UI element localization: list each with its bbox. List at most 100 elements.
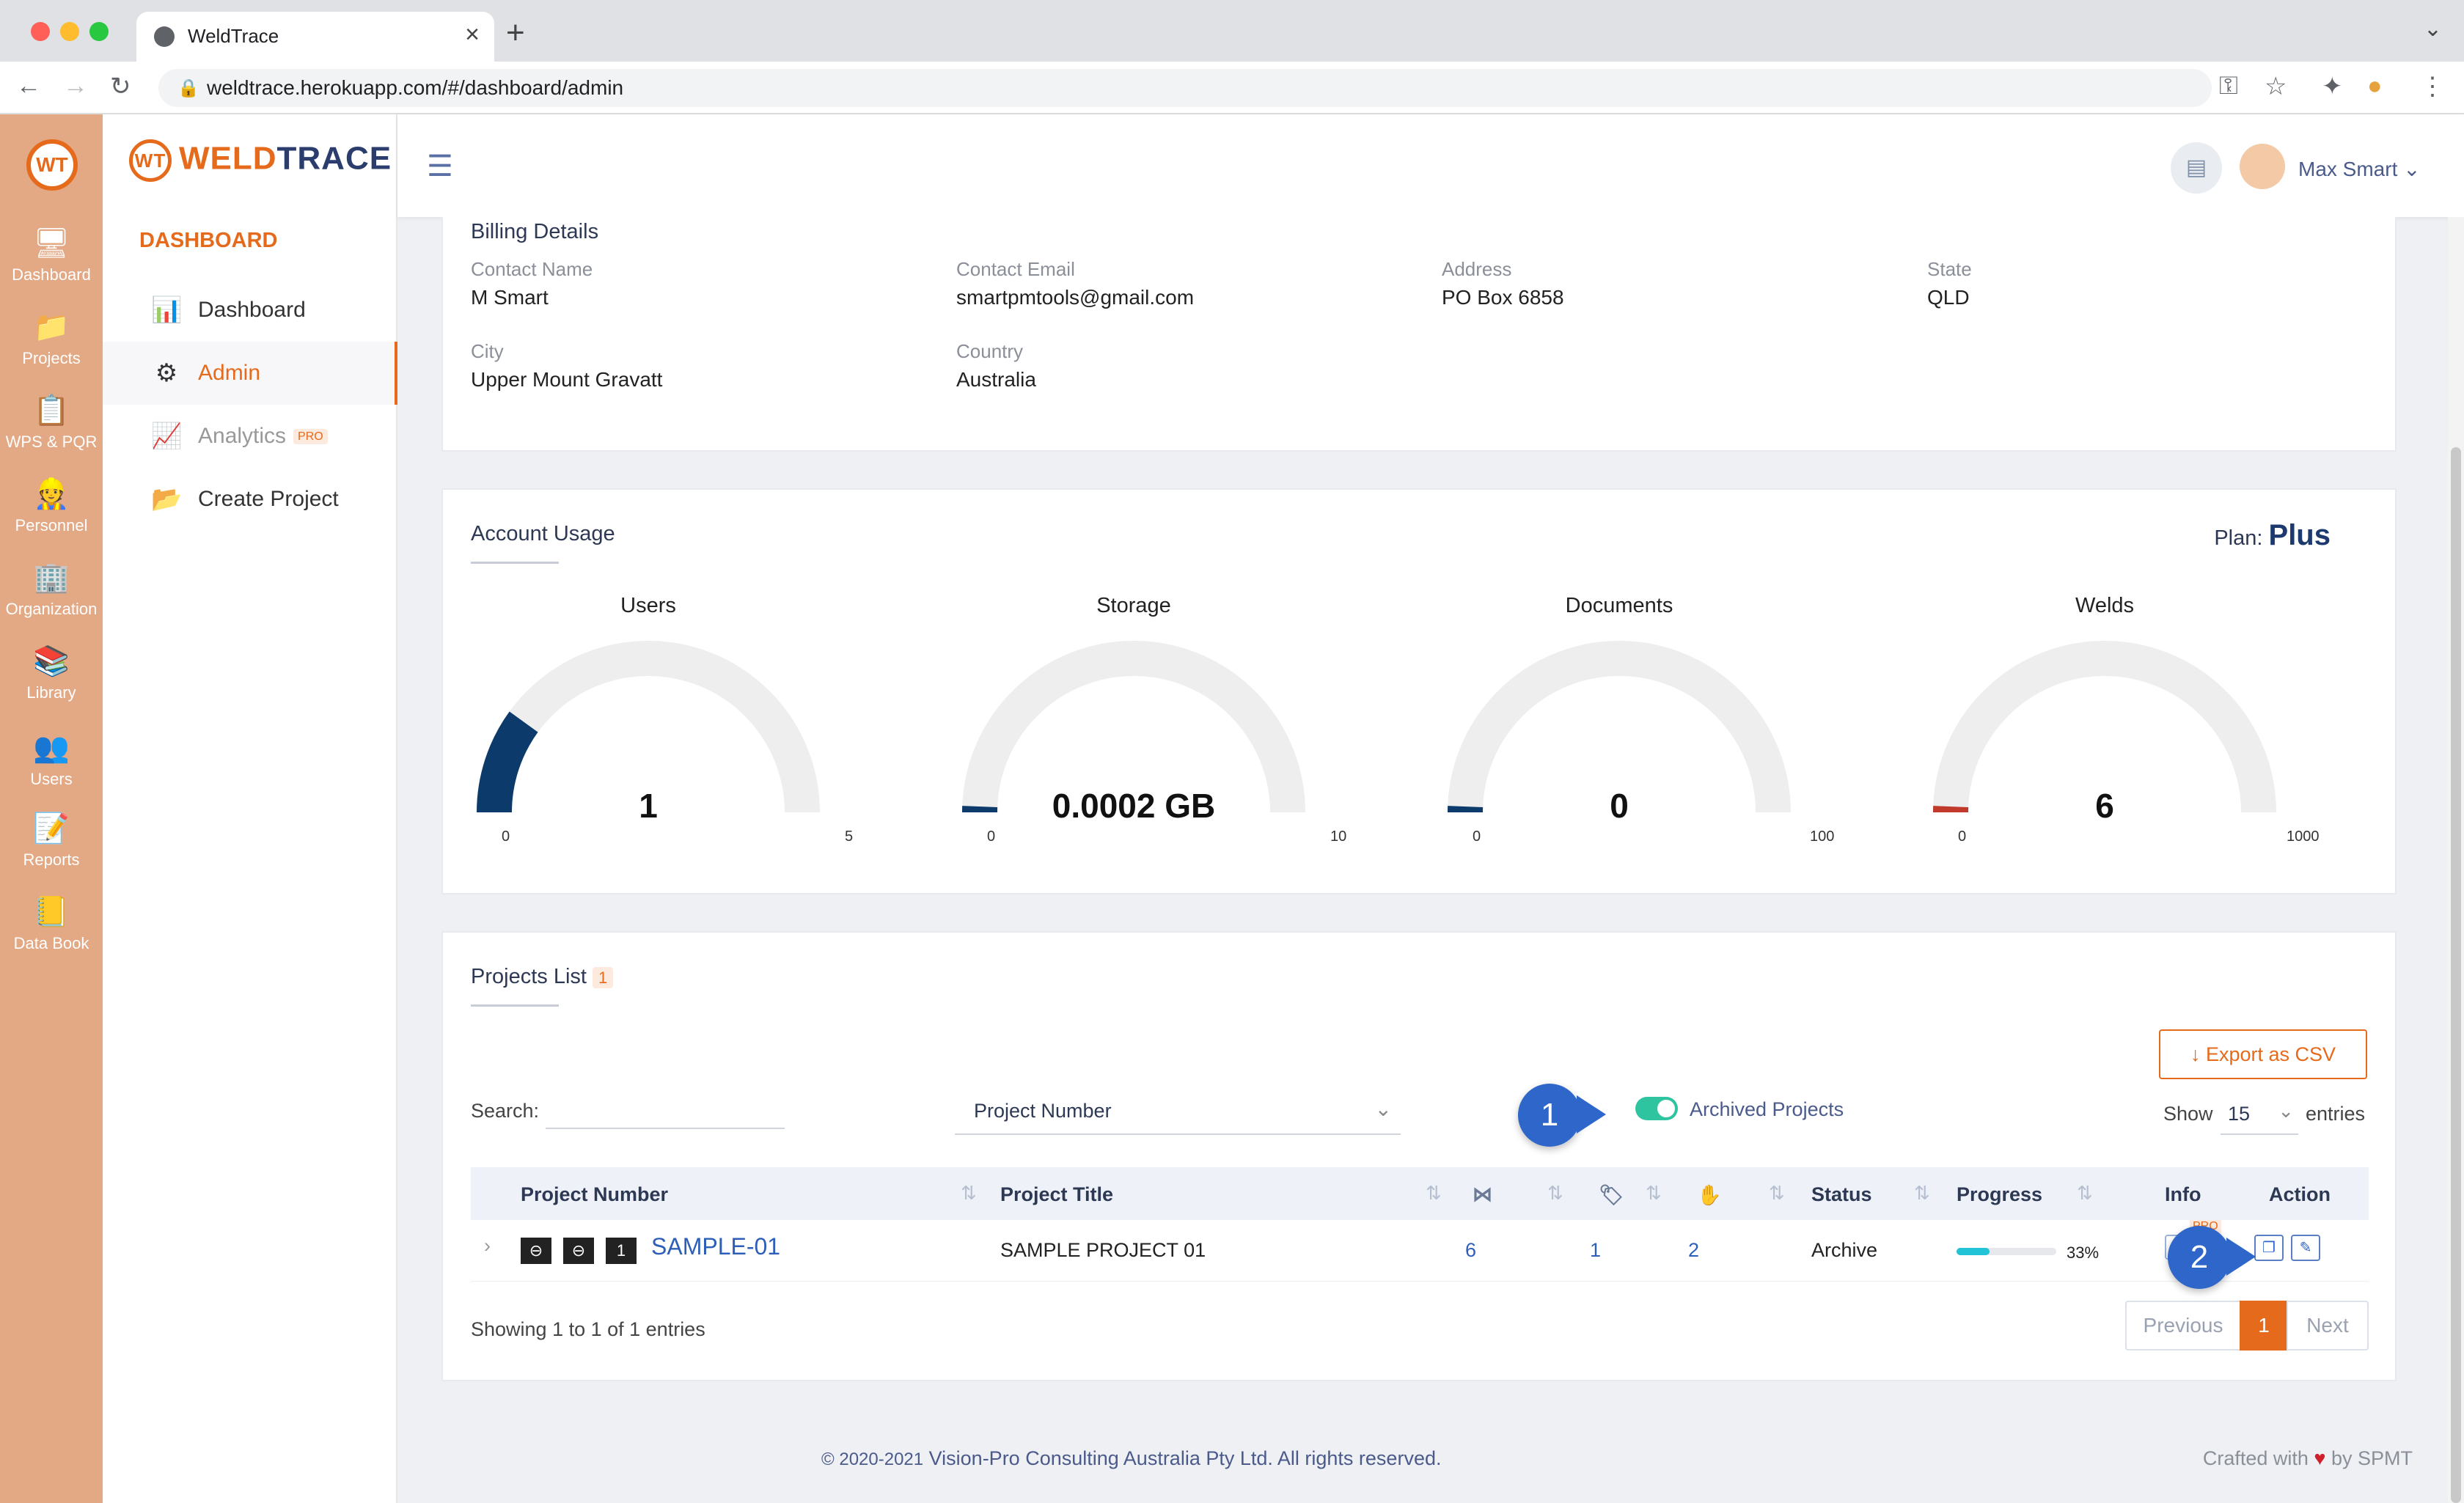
- window-minimize-dot[interactable]: [60, 22, 79, 41]
- welds-count-link[interactable]: 6: [1465, 1239, 1476, 1262]
- extensions-icon[interactable]: ✦: [2322, 72, 2343, 101]
- projects-title-group: Projects List 1: [471, 965, 614, 989]
- edit-icon[interactable]: ✎: [2291, 1235, 2320, 1261]
- table-row[interactable]: › ⊖ ⊖ 1 SAMPLE-01 SAMPLE PROJECT 01 6 1 …: [471, 1220, 2369, 1282]
- user-name: Max Smart: [2298, 158, 2398, 180]
- entries-select[interactable]: 15 ⌄: [2221, 1092, 2298, 1135]
- plan-label: Plan:: [2214, 526, 2263, 550]
- download-icon: ↓: [2190, 1043, 2201, 1065]
- search-input[interactable]: [546, 1128, 785, 1129]
- field-label: Address: [1442, 258, 1512, 280]
- back-icon[interactable]: ←: [16, 72, 41, 100]
- app-rail: WT 🖥 Dashboard 📁 Projects 📋 WPS & PQR 👷 Pers…: [0, 114, 103, 1503]
- field-value: smartpmtools@gmail.com: [956, 286, 1195, 309]
- browser-tab-bar: WeldTrace × + ⌄: [0, 0, 2464, 62]
- rail-item-organization[interactable]: 🏢 Organization: [0, 559, 103, 619]
- sort-icon[interactable]: ⇅: [1547, 1182, 1563, 1205]
- step-1-badge: 1: [1518, 1084, 1581, 1147]
- copy-icon[interactable]: ❐: [2254, 1235, 2284, 1261]
- clipboard-gear-icon: 📋: [33, 394, 70, 427]
- globe-icon: [154, 26, 175, 47]
- rail-item-library[interactable]: 📚 Library: [0, 642, 103, 702]
- showing-text: Showing 1 to 1 of 1 entries: [471, 1318, 705, 1340]
- sort-icon[interactable]: ⇅: [1769, 1182, 1785, 1205]
- browser-menu-icon[interactable]: ⋮: [2420, 72, 2445, 101]
- gauge-min: 0: [987, 828, 996, 845]
- key-icon[interactable]: ⚿: [2219, 72, 2238, 100]
- forward-icon[interactable]: →: [63, 72, 88, 100]
- th-progress[interactable]: Progress: [1957, 1183, 2042, 1206]
- filter-select[interactable]: Project Number ⌄: [955, 1089, 1401, 1135]
- next-button[interactable]: Next: [2287, 1301, 2369, 1351]
- sidebar-item-analytics[interactable]: 📈 Analytics PRO: [103, 405, 397, 468]
- window-close-dot[interactable]: [31, 22, 50, 41]
- sidebar-item-dashboard[interactable]: 📊 Dashboard: [103, 279, 397, 342]
- export-csv-button[interactable]: ↓ Export as CSV: [2159, 1029, 2367, 1079]
- account-usage-card: Account Usage Plan: Plus Users 1 0 5 Sto…: [441, 488, 2397, 894]
- archived-toggle[interactable]: [1635, 1097, 1678, 1120]
- profile-extension-icon[interactable]: ●: [2367, 72, 2383, 100]
- gauge-max: 1000: [2287, 828, 2320, 845]
- rail-item-label: Data Book: [13, 934, 89, 952]
- gauge-max: 10: [1330, 828, 1347, 845]
- sidebar-item-admin[interactable]: ⚙ Admin: [103, 342, 397, 405]
- gauge-title: Documents: [1565, 594, 1673, 617]
- browser-tab[interactable]: WeldTrace ×: [136, 12, 494, 62]
- sidebar-item-create-project[interactable]: 📂 Create Project: [103, 468, 397, 531]
- new-tab-icon[interactable]: +: [506, 15, 525, 51]
- sort-icon[interactable]: ⇅: [961, 1182, 977, 1205]
- tag-badge: ⊖: [521, 1238, 551, 1264]
- page-1-button[interactable]: 1: [2240, 1301, 2288, 1351]
- expand-chevron-icon[interactable]: ›: [484, 1235, 491, 1257]
- monitor-icon: 🖥: [32, 227, 70, 260]
- user-menu[interactable]: Max Smart ⌄: [2298, 157, 2421, 181]
- project-number-link[interactable]: SAMPLE-01: [651, 1233, 780, 1260]
- sort-icon[interactable]: ⇅: [2077, 1182, 2093, 1205]
- rail-logo[interactable]: WT: [26, 139, 78, 191]
- brand-logo[interactable]: WT WELDTRACE: [129, 139, 392, 182]
- field-value: Upper Mount Gravatt: [471, 368, 663, 391]
- tab-close-icon[interactable]: ×: [465, 21, 480, 49]
- tab-search-chevron-icon[interactable]: ⌄: [2424, 16, 2442, 42]
- rail-item-users[interactable]: 👥 Users: [0, 729, 103, 789]
- rail-item-data-book[interactable]: 📒 Data Book: [0, 893, 103, 953]
- chevron-down-icon: ⌄: [2278, 1100, 2294, 1122]
- tag-count-link[interactable]: 1: [1590, 1239, 1601, 1262]
- bookmark-star-icon[interactable]: ☆: [2265, 72, 2287, 101]
- th-status[interactable]: Status: [1811, 1183, 1872, 1206]
- rail-item-wps-pqr[interactable]: 📋 WPS & PQR: [0, 392, 103, 452]
- rail-item-reports[interactable]: 📝 Reports: [0, 809, 103, 870]
- sort-icon[interactable]: ⇅: [1426, 1182, 1442, 1205]
- projects-title: Projects List: [471, 965, 587, 988]
- rail-item-projects[interactable]: 📁 Projects: [0, 308, 103, 368]
- hamburger-menu-icon[interactable]: ☰: [427, 150, 453, 183]
- window-zoom-dot[interactable]: [89, 22, 109, 41]
- reload-icon[interactable]: ↻: [110, 72, 131, 101]
- avatar[interactable]: [2240, 144, 2285, 189]
- chevron-down-icon: ⌄: [1374, 1098, 1392, 1120]
- rail-item-label: Reports: [23, 850, 80, 869]
- sidebar-item-label: Dashboard: [198, 298, 306, 322]
- url-text: weldtrace.herokuapp.com/#/dashboard/admi…: [207, 76, 624, 99]
- rail-item-dashboard[interactable]: 🖥 Dashboard: [0, 224, 103, 284]
- sort-icon[interactable]: ⇅: [1914, 1182, 1930, 1205]
- url-input[interactable]: 🔒 weldtrace.herokuapp.com/#/dashboard/ad…: [158, 69, 2212, 107]
- field-label: City: [471, 340, 504, 362]
- projects-card: Projects List 1 ↓ Export as CSV Search: …: [441, 931, 2397, 1381]
- rail-item-personnel[interactable]: 👷 Personnel: [0, 475, 103, 535]
- notification-icon[interactable]: ▤: [2171, 142, 2222, 194]
- usage-title: Account Usage: [471, 522, 615, 545]
- library-icon: 📚: [33, 645, 70, 677]
- hand-column-icon: ✋: [1697, 1184, 1722, 1206]
- th-info: Info: [2165, 1183, 2201, 1205]
- project-title-cell: SAMPLE PROJECT 01: [1000, 1239, 1206, 1261]
- rail-item-label: Users: [30, 770, 73, 788]
- th-project-number[interactable]: Project Number: [521, 1183, 668, 1206]
- field-value: QLD: [1927, 286, 1970, 309]
- sort-icon[interactable]: ⇅: [1646, 1182, 1662, 1205]
- gauge-title: Storage: [1096, 594, 1171, 617]
- hand-count-link[interactable]: 2: [1688, 1239, 1699, 1262]
- th-project-title[interactable]: Project Title: [1000, 1183, 1113, 1206]
- previous-button[interactable]: Previous: [2125, 1301, 2241, 1351]
- scrollbar-thumb[interactable]: [2451, 447, 2461, 1503]
